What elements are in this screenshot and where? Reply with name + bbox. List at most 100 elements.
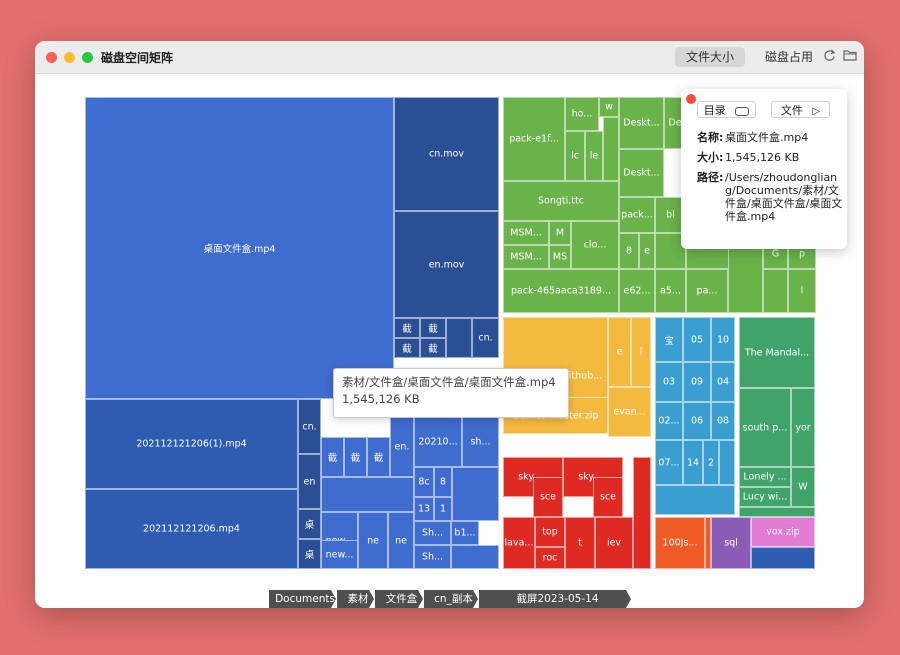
tile-lucy[interactable]: Lucy wi... [739,487,791,507]
breadcrumb-item-sucai[interactable]: 素材 [337,590,374,608]
tile-sce-2[interactable]: sce [593,477,623,517]
tile-roc[interactable]: roc [535,547,565,569]
tile-cyan-s2[interactable] [655,485,735,515]
tile-l[interactable]: l [788,269,816,313]
tile-green-s4[interactable] [728,239,763,313]
tile-jie-4[interactable]: 截 [420,338,446,358]
tile-w[interactable]: w [599,97,619,117]
tile-top[interactable]: top [535,517,565,547]
tile-14[interactable]: 14 [683,440,703,485]
tile-small-blue-3[interactable] [451,545,499,569]
tile-clo[interactable]: clo... [571,221,619,269]
reveal-directory-button[interactable]: 目录 [697,101,756,118]
tab-disk-usage[interactable]: 磁盘占用 [751,47,827,67]
tile-jie-5[interactable]: 截 [321,437,344,477]
tile-the-mandalorian[interactable]: The Mandal... [739,317,815,388]
tile-south-park[interactable]: south p... [739,388,791,467]
tile-sh-1[interactable]: Sh... [414,521,451,545]
tile-sql[interactable]: sql [711,517,751,569]
tile-09[interactable]: 09 [683,362,711,402]
tile-vox-zip[interactable]: vox.zip [751,517,815,547]
open-file-button[interactable]: 文件 ▷ [771,101,830,118]
tile-05[interactable]: 05 [683,317,711,362]
tile-small-blue-1[interactable] [321,477,414,512]
tile-small-navy-1[interactable] [446,318,472,358]
tile-teal-s1[interactable] [739,507,815,517]
tile-green-s5[interactable] [763,269,788,313]
tile-msm-2[interactable]: MSM... [503,245,549,269]
breadcrumb-item-documents[interactable]: Documents [269,590,336,608]
tile-08[interactable]: 08 [711,402,735,440]
tile-deskt-1[interactable]: Deskt... [619,97,664,149]
tile-07[interactable]: 07... [655,440,683,485]
tile-ne-2[interactable]: ne [388,512,414,569]
tile-1[interactable]: 1 [434,497,452,521]
tile-20210[interactable]: 20210... [414,417,462,467]
tile-pack-e1f[interactable]: pack-e1f... [503,97,565,181]
zoom-window-button[interactable] [82,52,93,63]
tile-bao[interactable]: 宝 [655,317,683,362]
minimize-window-button[interactable] [64,52,75,63]
tile-8[interactable]: 8 [434,467,452,497]
tile-02[interactable]: 02... [655,402,683,440]
tile-songti[interactable]: Songti.ttc [503,181,619,221]
tile-jie-2[interactable]: 截 [420,318,446,338]
tile-04[interactable]: 04 [711,362,735,402]
breadcrumb-item-cn-copy[interactable]: cn_副本 [424,590,478,608]
tile-13[interactable]: 13 [414,497,434,521]
tile-t[interactable]: t [565,517,595,569]
tile-iev[interactable]: iev [595,517,633,569]
tile-ms[interactable]: MS [549,245,571,269]
tile-en-mov[interactable]: en.mov [394,211,499,318]
tile-jie-6[interactable]: 截 [344,437,367,477]
tile-lc[interactable]: lc [565,131,585,181]
tile-cn-short[interactable]: cn. [298,399,321,454]
tile-msm-1[interactable]: MSM... [503,221,549,245]
tile-e2[interactable]: e [608,317,631,387]
tile-sh-2[interactable]: Sh... [414,545,451,569]
tile-10[interactable]: 10 [711,317,735,362]
tile-small-blue-2[interactable] [452,467,499,521]
tile-202112121206-mp4[interactable]: 202112121206.mp4 [85,489,298,569]
tile-e62[interactable]: e62... [619,269,655,313]
tile-en-dot[interactable]: en. [390,417,414,477]
tile-zhuo-2[interactable]: 桌 [298,539,321,569]
tile-sh[interactable]: sh... [462,417,499,467]
tile-e[interactable]: e [639,233,655,269]
breadcrumb-item-screenshot[interactable]: 截屏2023-05-14 12.33.12.png [479,590,631,608]
tile-100js[interactable]: 100Js... [655,517,705,569]
close-window-button[interactable] [46,52,57,63]
tile-darkblue-s1[interactable] [751,547,815,569]
tile-zhuo-1[interactable]: 桌 [298,509,321,539]
close-info-button[interactable] [686,94,696,104]
tile-pack-1[interactable]: pack... [619,197,655,233]
tile-ne-1[interactable]: ne [358,512,388,569]
folder-icon[interactable] [843,49,857,63]
tile-cyan-s1[interactable] [719,440,735,485]
tile-desktop-file-box-mp4[interactable]: 桌面文件盒.mp4 [85,97,394,399]
tile-pa[interactable]: pa... [686,269,728,313]
tile-lonely[interactable]: Lonely ... [739,467,791,487]
tile-a5[interactable]: a5... [655,269,686,313]
tile-deskt-2[interactable]: Deskt... [619,149,664,197]
tile-green-s1[interactable] [603,117,619,181]
tile-8c[interactable]: 8c [414,467,434,497]
tile-red-s1[interactable] [633,457,651,569]
tile-new-2[interactable]: new... [321,540,358,569]
tab-file-size[interactable]: 文件大小 [675,47,745,67]
refresh-icon[interactable] [822,49,836,63]
tile-06[interactable]: 06 [683,402,711,440]
tile-b1[interactable]: b1... [451,521,479,545]
breadcrumb-item-wenjianhe[interactable]: 文件盒 [375,590,423,608]
tile-n8[interactable]: 8 [619,233,639,269]
tile-l2[interactable]: l [631,317,651,387]
tile-sce-1[interactable]: sce [533,477,563,517]
tile-cn-short-2[interactable]: cn. [472,318,499,358]
tile-lava[interactable]: lava... [503,517,535,569]
tile-yor[interactable]: yor [791,388,815,467]
tile-m[interactable]: M [549,221,571,245]
tile-jie-7[interactable]: 截 [367,437,390,477]
tile-jie-1[interactable]: 截 [394,318,420,338]
tile-cn-mov[interactable]: cn.mov [394,97,499,211]
tile-03[interactable]: 03 [655,362,683,402]
